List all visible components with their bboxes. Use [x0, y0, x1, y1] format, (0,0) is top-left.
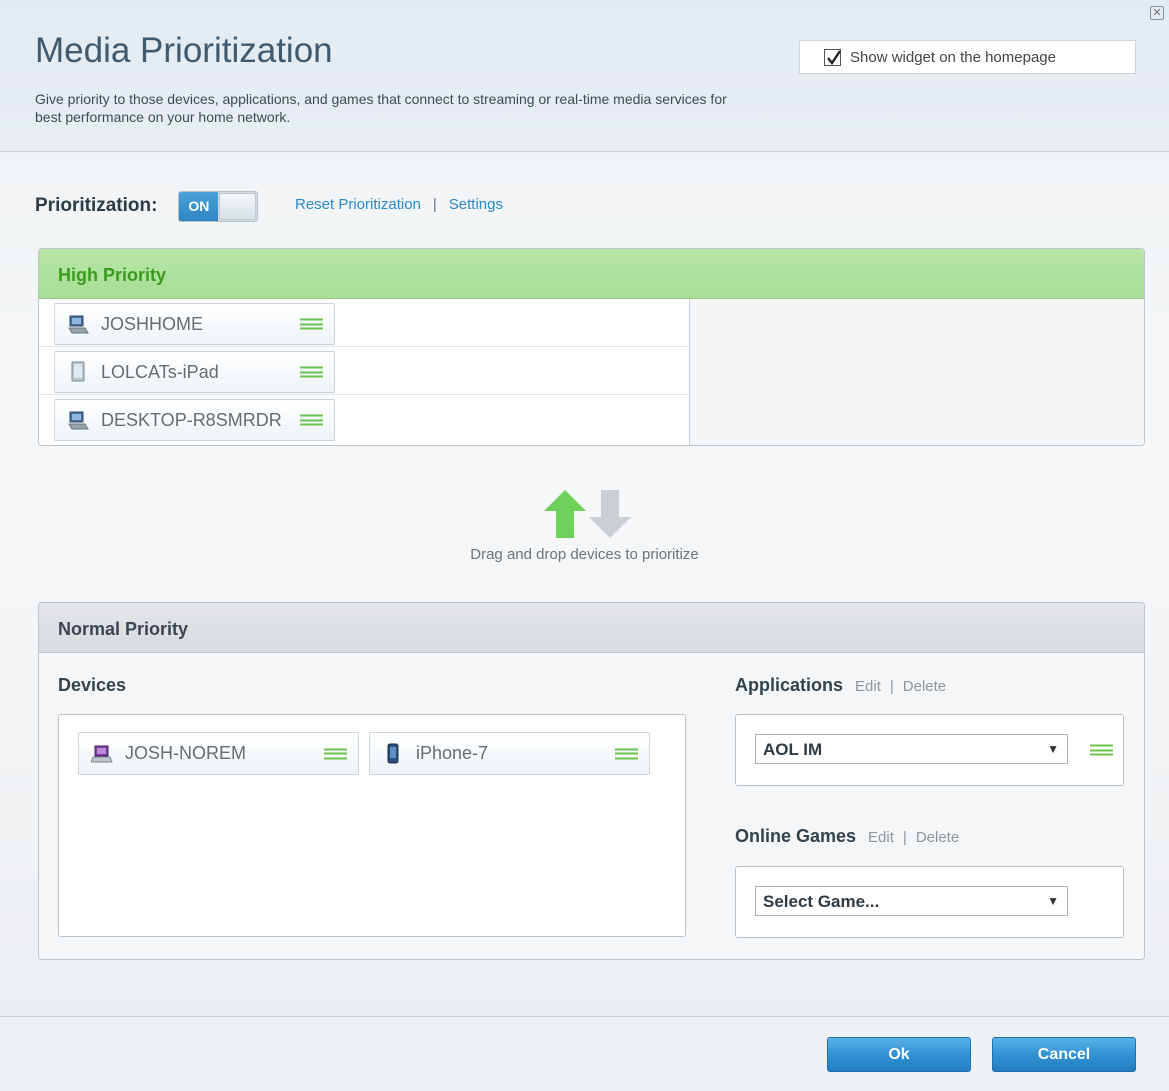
applications-select[interactable]: AOL IM ▼ [755, 734, 1068, 764]
up-down-arrows-icon [544, 490, 631, 538]
show-widget-label: Show widget on the homepage [850, 48, 1056, 66]
applications-header: Applications Edit | Delete [735, 675, 946, 696]
high-priority-drop-area[interactable] [690, 299, 1144, 445]
close-icon[interactable]: ✕ [1150, 6, 1164, 20]
online-games-selected-value: Select Game... [763, 892, 880, 911]
online-games-header: Online Games Edit | Delete [735, 826, 959, 847]
applications-edit-link[interactable]: Edit [855, 678, 881, 695]
laptop-icon [91, 745, 113, 762]
online-games-label: Online Games [735, 826, 857, 846]
online-games-box: Select Game... ▼ [735, 866, 1124, 938]
tablet-icon [71, 361, 85, 382]
dropdown-arrow-icon: ▼ [1047, 894, 1059, 908]
desktop-icon [68, 411, 89, 430]
drag-handle-icon[interactable] [1090, 744, 1113, 756]
desktop-icon [68, 315, 89, 334]
device-name: DESKTOP-R8SMRDR [101, 409, 282, 430]
dropdown-arrow-icon: ▼ [1047, 742, 1059, 756]
checkmark-icon [827, 49, 841, 65]
applications-box: AOL IM ▼ [735, 714, 1124, 786]
page-title: Media Prioritization [35, 31, 333, 70]
device-name: JOSHHOME [101, 313, 204, 334]
drag-handle-icon[interactable] [300, 366, 323, 378]
applications-selected-value: AOL IM [763, 740, 823, 759]
reset-prioritization-link[interactable]: Reset Prioritization [295, 196, 421, 213]
drag-drop-hint: Drag and drop devices to prioritize [0, 488, 1169, 563]
normal-priority-title: Normal Priority [39, 603, 1144, 653]
show-widget-option[interactable]: Show widget on the homepage [799, 40, 1136, 74]
high-priority-device-list: JOSHHOME LOLCATs-iPad DESKTOP-R8SMRDR [39, 299, 690, 445]
applications-delete-link[interactable]: Delete [903, 678, 946, 695]
drag-handle-icon[interactable] [324, 748, 347, 759]
list-item: LOLCATs-iPad [39, 347, 689, 395]
list-item: JOSHHOME [39, 299, 689, 347]
prioritization-label: Prioritization: [35, 195, 158, 216]
device-chip-iphone-7[interactable]: iPhone-7 [369, 732, 650, 775]
normal-priority-devices-box[interactable]: JOSH-NOREM iPhone-7 [58, 714, 686, 937]
list-item: DESKTOP-R8SMRDR [39, 395, 689, 443]
footer: Ok Cancel [0, 1016, 1169, 1091]
online-games-select[interactable]: Select Game... ▼ [755, 886, 1068, 916]
ok-button[interactable]: Ok [827, 1037, 971, 1072]
high-priority-title: High Priority [39, 249, 1144, 299]
settings-link[interactable]: Settings [449, 196, 503, 213]
prioritization-toggle[interactable]: ON [178, 190, 259, 222]
link-separator: | [432, 196, 437, 213]
device-name: iPhone-7 [416, 743, 489, 763]
prioritization-links: Reset Prioritization | Settings [295, 196, 503, 213]
toggle-knob[interactable] [219, 192, 257, 220]
drag-handle-icon[interactable] [300, 414, 323, 426]
toggle-on-label: ON [179, 191, 219, 221]
drag-handle-icon[interactable] [615, 748, 638, 759]
phone-icon [387, 743, 399, 763]
devices-label: Devices [58, 675, 127, 695]
online-games-edit-link[interactable]: Edit [868, 829, 894, 846]
applications-label: Applications [735, 675, 844, 695]
prioritization-row: Prioritization: ON [35, 190, 259, 222]
device-chip-desktop-r8smrdr[interactable]: DESKTOP-R8SMRDR [54, 399, 335, 441]
drag-drop-text: Drag and drop devices to prioritize [470, 546, 699, 563]
online-games-delete-link[interactable]: Delete [916, 829, 959, 846]
device-name: JOSH-NOREM [125, 743, 246, 763]
priority-arrows [0, 488, 1169, 540]
header: Media Prioritization Give priority to th… [0, 0, 1169, 152]
page-description: Give priority to those devices, applicat… [35, 91, 727, 125]
link-separator: | [889, 678, 894, 695]
device-chip-joshhome[interactable]: JOSHHOME [54, 303, 335, 345]
drag-handle-icon[interactable] [300, 318, 323, 330]
high-priority-panel: High Priority JOSHHOME LOLCATs-iPad DESK… [38, 248, 1145, 446]
device-name: LOLCATs-iPad [101, 361, 219, 382]
cancel-button[interactable]: Cancel [992, 1037, 1136, 1072]
link-separator: | [902, 829, 907, 846]
device-chip-lolcats-ipad[interactable]: LOLCATs-iPad [54, 351, 335, 393]
device-chip-josh-norem[interactable]: JOSH-NOREM [78, 732, 359, 775]
normal-priority-panel: Normal Priority Devices JOSH-NOREM iPhon… [38, 602, 1145, 960]
show-widget-checkbox[interactable] [824, 48, 841, 66]
